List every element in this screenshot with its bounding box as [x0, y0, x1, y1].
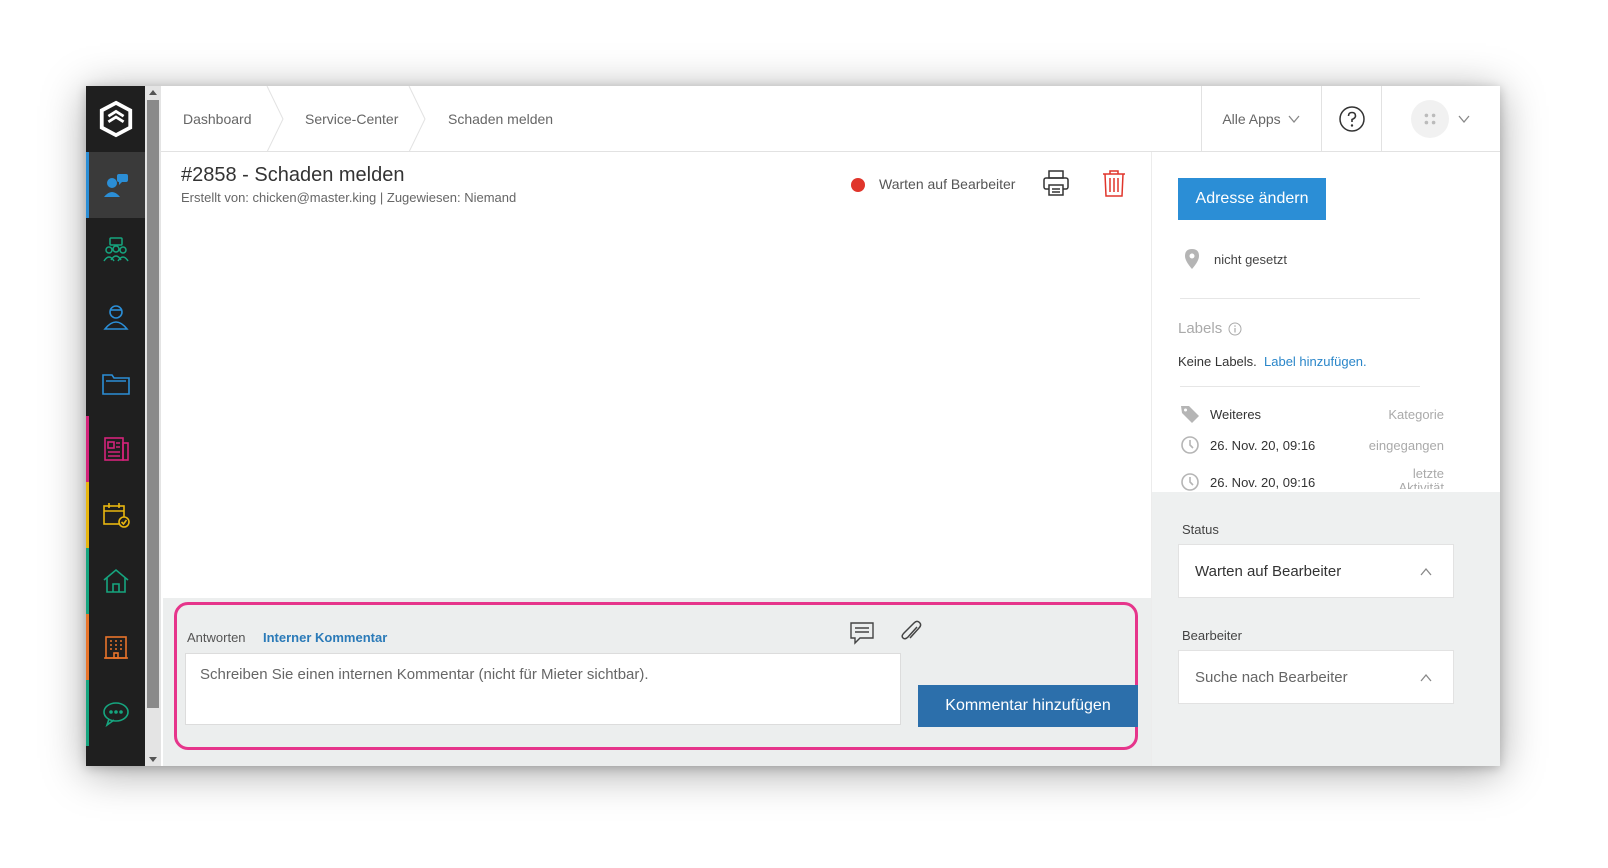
rail-item-chat[interactable]	[86, 680, 145, 746]
app-rail	[86, 86, 145, 766]
ticket-details: Adresse ändern nicht gesetzt Labels Kein…	[1152, 152, 1500, 492]
folder-icon	[101, 374, 130, 395]
assignee-field-label: Bearbeiter	[1182, 628, 1242, 643]
labels-title: Labels	[1178, 320, 1223, 337]
help-icon	[1338, 106, 1365, 132]
assignee-select-placeholder: Suche nach Bearbeiter	[1195, 669, 1348, 686]
comment-template-icon[interactable]	[849, 621, 875, 645]
rail-item-community[interactable]	[86, 218, 145, 284]
calendar-check-icon	[102, 503, 130, 528]
community-icon	[102, 237, 129, 262]
vertical-scrollbar[interactable]	[145, 86, 161, 766]
chevron-down-icon	[1288, 115, 1300, 124]
ticket-status: Warten auf Bearbeiter	[879, 176, 1016, 192]
status-indicator	[851, 178, 865, 192]
status-field-label: Status	[1182, 522, 1219, 537]
top-bar: Dashboard Service-Center Schaden melden …	[161, 86, 1500, 153]
user-menu[interactable]	[1381, 86, 1500, 152]
rail-item-buildings[interactable]	[86, 614, 145, 680]
breadcrumb-service-center[interactable]: Service-Center	[305, 86, 398, 152]
breadcrumb-schaden-melden[interactable]: Schaden melden	[448, 86, 553, 152]
building-icon	[103, 636, 128, 659]
ticket-assignment: Status Warten auf Bearbeiter Bearbeiter …	[1152, 492, 1500, 766]
scrollbar-thumb[interactable]	[147, 100, 159, 708]
status-select[interactable]: Warten auf Bearbeiter	[1178, 544, 1454, 598]
reply-area: Antworten Interner Kommentar Kommentar h…	[163, 598, 1151, 766]
activity-row: 26. Nov. 20, 09:16 letzte Aktivität	[1178, 467, 1444, 494]
location-pin-icon	[1185, 249, 1199, 269]
trash-icon[interactable]	[1101, 168, 1127, 198]
tag-icon	[1181, 406, 1199, 423]
breadcrumb-separator-icon	[407, 86, 427, 153]
newspaper-icon	[103, 437, 129, 461]
rail-item-tenant[interactable]	[86, 284, 145, 350]
all-apps-dropdown[interactable]: Alle Apps	[1201, 86, 1321, 152]
rail-item-news[interactable]	[86, 416, 145, 482]
activity-value: 26. Nov. 20, 09:16	[1210, 475, 1316, 490]
avatar[interactable]	[1411, 100, 1449, 138]
category-row: Weiteres Kategorie	[1178, 404, 1444, 426]
ticket-side-panel: Adresse ändern nicht gesetzt Labels Kein…	[1151, 152, 1500, 766]
rail-item-documents[interactable]	[86, 350, 145, 416]
scroll-up-icon[interactable]	[149, 90, 157, 95]
tenant-icon	[102, 305, 129, 330]
assignee-select[interactable]: Suche nach Bearbeiter	[1178, 650, 1454, 704]
category-label: Kategorie	[1388, 407, 1444, 422]
logo[interactable]	[86, 86, 145, 152]
service-center-icon	[103, 174, 128, 197]
tab-reply[interactable]: Antworten	[187, 630, 246, 645]
ticket-title: #2858 - Schaden melden	[181, 164, 405, 186]
print-icon[interactable]	[1041, 168, 1071, 198]
info-icon[interactable]	[1228, 322, 1242, 336]
ticket-meta: Erstellt von: chicken@master.king | Zuge…	[181, 190, 517, 205]
breadcrumb-separator-icon	[265, 86, 285, 153]
breadcrumb-dashboard[interactable]: Dashboard	[183, 86, 252, 152]
all-apps-label: Alle Apps	[1222, 111, 1281, 127]
clock-icon	[1181, 473, 1199, 491]
received-row: 26. Nov. 20, 09:16 eingegangen	[1178, 435, 1444, 457]
internal-comment-input[interactable]	[185, 653, 901, 725]
received-label: eingegangen	[1368, 438, 1444, 453]
reply-highlight-frame: Antworten Interner Kommentar Kommentar h…	[174, 602, 1138, 750]
received-value: 26. Nov. 20, 09:16	[1210, 438, 1316, 453]
chevron-up-icon	[1420, 673, 1432, 682]
clock-icon	[1181, 436, 1199, 454]
rail-item-service-center[interactable]	[86, 152, 145, 218]
labels-heading: Labels	[1178, 320, 1242, 337]
chat-icon	[102, 702, 129, 728]
rail-item-calendar[interactable]	[86, 482, 145, 548]
chevron-up-icon	[1420, 567, 1432, 576]
help-button[interactable]	[1321, 86, 1381, 152]
logo-icon	[99, 100, 132, 138]
no-labels-text: Keine Labels.	[1178, 354, 1257, 369]
category-value: Weiteres	[1210, 407, 1262, 422]
paperclip-icon[interactable]	[899, 619, 923, 645]
tab-internal-comment[interactable]: Interner Kommentar	[263, 630, 387, 645]
add-comment-button[interactable]: Kommentar hinzufügen	[918, 685, 1138, 727]
address-value: nicht gesetzt	[1214, 252, 1287, 267]
divider	[1180, 386, 1420, 387]
ticket-main: #2858 - Schaden melden Erstellt von: chi…	[161, 152, 1151, 766]
dots-grid-icon	[1424, 113, 1436, 125]
home-icon	[102, 568, 129, 593]
scroll-down-icon[interactable]	[149, 757, 157, 762]
app-window: Dashboard Service-Center Schaden melden …	[86, 86, 1500, 766]
status-select-value: Warten auf Bearbeiter	[1195, 563, 1342, 580]
add-label-link[interactable]: Label hinzufügen.	[1264, 354, 1367, 369]
change-address-button[interactable]: Adresse ändern	[1178, 178, 1326, 220]
divider	[1180, 298, 1420, 299]
rail-item-home[interactable]	[86, 548, 145, 614]
activity-label: letzte Aktivität	[1398, 467, 1444, 489]
chevron-down-icon	[1458, 115, 1470, 124]
